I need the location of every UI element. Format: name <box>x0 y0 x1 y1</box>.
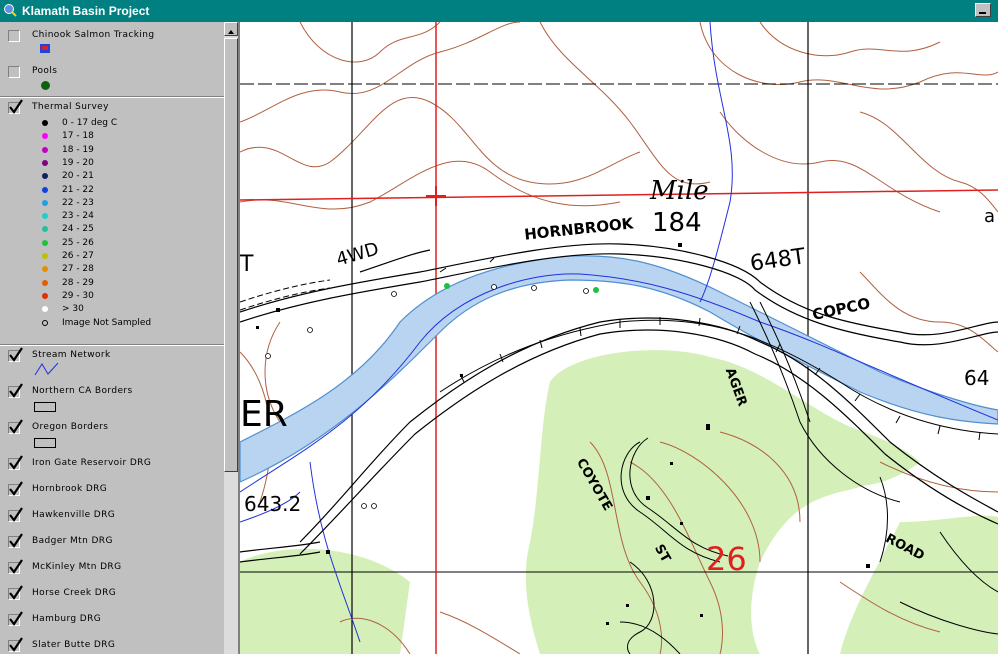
stream-line-icon <box>34 362 59 376</box>
map-label-mile-number: 184 <box>652 208 702 238</box>
thermal-class-swatch <box>42 146 48 153</box>
app-globe-icon <box>4 4 17 17</box>
layer-name-drg[interactable]: Hamburg DRG <box>32 614 101 624</box>
border-polygon-icon <box>34 402 56 412</box>
checkmark-icon <box>9 507 23 522</box>
checkmark-icon <box>9 419 23 434</box>
layer-checkbox-chinook[interactable] <box>8 30 20 42</box>
thermal-class-swatch <box>42 266 48 273</box>
layer-checkbox-thermal[interactable] <box>8 99 23 114</box>
map-label-left-t: T <box>240 252 254 277</box>
layer-name-drg[interactable]: Horse Creek DRG <box>32 588 116 598</box>
layer-checkbox-drg[interactable] <box>8 637 23 652</box>
arrow-up-icon <box>228 30 234 34</box>
border-polygon-icon <box>34 438 56 448</box>
vegetation-area <box>840 515 998 654</box>
layer-checkbox-oregon[interactable] <box>8 419 23 434</box>
checkmark-icon <box>9 533 23 548</box>
thermal-class-label: 28 - 29 <box>62 277 94 288</box>
layer-checkbox-drg[interactable] <box>8 559 23 574</box>
thermal-class-swatch <box>42 253 48 259</box>
window-title: Klamath Basin Project <box>22 4 150 18</box>
checkmark-icon <box>9 455 23 470</box>
title-bar: Klamath Basin Project <box>0 0 998 22</box>
thermal-class-swatch <box>42 292 48 299</box>
thermal-class-swatch <box>42 133 48 140</box>
thermal-class-label: 26 - 27 <box>62 251 94 261</box>
checkmark-icon <box>9 611 23 626</box>
thermal-class-swatch <box>42 306 48 313</box>
thermal-class-label: 17 - 18 <box>62 131 94 142</box>
thermal-class-label: 27 - 28 <box>62 264 94 275</box>
scroll-up-button[interactable] <box>224 22 238 36</box>
thermal-class-swatch <box>42 226 48 233</box>
checkmark-icon <box>9 559 23 574</box>
layer-name-pools[interactable]: Pools <box>32 66 57 76</box>
thermal-class-label: 19 - 20 <box>62 157 94 168</box>
thermal-class-swatch <box>42 186 48 193</box>
layer-name-drg[interactable]: Slater Butte DRG <box>32 640 115 650</box>
thermal-class-label: 29 - 30 <box>62 290 94 301</box>
salmon-fish-icon <box>40 44 50 53</box>
layer-name-drg[interactable]: Badger Mtn DRG <box>32 536 113 546</box>
layer-checkbox-drg[interactable] <box>8 533 23 548</box>
layer-name-drg[interactable]: McKinley Mtn DRG <box>32 562 121 572</box>
thermal-class-label: 25 - 26 <box>62 237 94 248</box>
thermal-class-label: 24 - 25 <box>62 224 94 235</box>
thermal-class-label: 18 - 19 <box>62 144 94 155</box>
checkmark-icon <box>9 481 23 496</box>
layer-checkbox-pools[interactable] <box>8 66 20 78</box>
thermal-class-label: 22 - 23 <box>62 197 94 208</box>
minimize-button[interactable] <box>975 3 991 17</box>
layer-checkbox-stream[interactable] <box>8 347 23 362</box>
layer-checkbox-drg[interactable] <box>8 481 23 496</box>
thermal-class-label: 23 - 24 <box>62 211 94 222</box>
checkmark-icon <box>9 383 23 398</box>
thermal-class-label: 20 - 21 <box>62 171 94 182</box>
layer-checkbox-northern-ca[interactable] <box>8 383 23 398</box>
map-label-right-a: a <box>984 206 996 227</box>
checkmark-icon <box>9 637 23 652</box>
layer-name-oregon[interactable]: Oregon Borders <box>32 422 108 432</box>
vegetation-area <box>240 548 410 654</box>
layer-name-northern-ca[interactable]: Northern CA Borders <box>32 386 133 396</box>
layer-name-chinook[interactable]: Chinook Salmon Tracking <box>32 30 155 40</box>
checkmark-icon <box>9 347 23 362</box>
thermal-class-label: > 30 <box>62 304 84 315</box>
legend-scrollbar[interactable] <box>224 22 238 654</box>
map-label-mile: Mile <box>650 176 709 206</box>
checkmark-icon <box>9 585 23 600</box>
map-label-elevation-64: 64 <box>964 366 990 390</box>
layer-name-drg[interactable]: Hornbrook DRG <box>32 484 107 494</box>
layer-legend: Chinook Salmon Tracking Pools Thermal Su… <box>0 22 224 654</box>
layer-checkbox-drg[interactable] <box>8 585 23 600</box>
scroll-thumb[interactable] <box>224 38 238 472</box>
layer-name-drg[interactable]: Hawkenville DRG <box>32 510 115 520</box>
thermal-class-swatch <box>42 173 48 180</box>
thermal-class-swatch <box>42 319 48 326</box>
thermal-class-swatch <box>42 213 48 220</box>
map-view[interactable]: HORNBROOK COPCO ROAD AGER COYOTE ST 4WD … <box>240 22 998 654</box>
map-label-section-26: 26 <box>706 540 747 578</box>
layer-name-stream[interactable]: Stream Network <box>32 350 111 360</box>
layer-checkbox-drg[interactable] <box>8 507 23 522</box>
thermal-class-swatch <box>42 279 48 286</box>
thermal-class-swatch <box>42 120 48 126</box>
map-label-river-er: ER <box>240 394 288 435</box>
thermal-class-swatch <box>42 239 48 246</box>
checkmark-icon <box>9 99 23 114</box>
thermal-class-label: 21 - 22 <box>62 184 94 195</box>
map-label-elevation-643: 643.2 <box>244 492 302 516</box>
layer-checkbox-drg[interactable] <box>8 611 23 626</box>
layer-name-drg[interactable]: Iron Gate Reservoir DRG <box>32 458 151 468</box>
pool-dot-icon <box>41 81 50 90</box>
minimize-icon <box>979 12 986 14</box>
layer-checkbox-drg[interactable] <box>8 455 23 470</box>
thermal-class-swatch <box>42 199 48 206</box>
layer-name-thermal[interactable]: Thermal Survey <box>32 102 109 112</box>
thermal-class-label: Image Not Sampled <box>62 317 152 328</box>
thermal-class-swatch <box>42 159 48 166</box>
topo-map-canvas <box>240 22 998 654</box>
thermal-class-label: 0 - 17 deg C <box>62 118 118 128</box>
